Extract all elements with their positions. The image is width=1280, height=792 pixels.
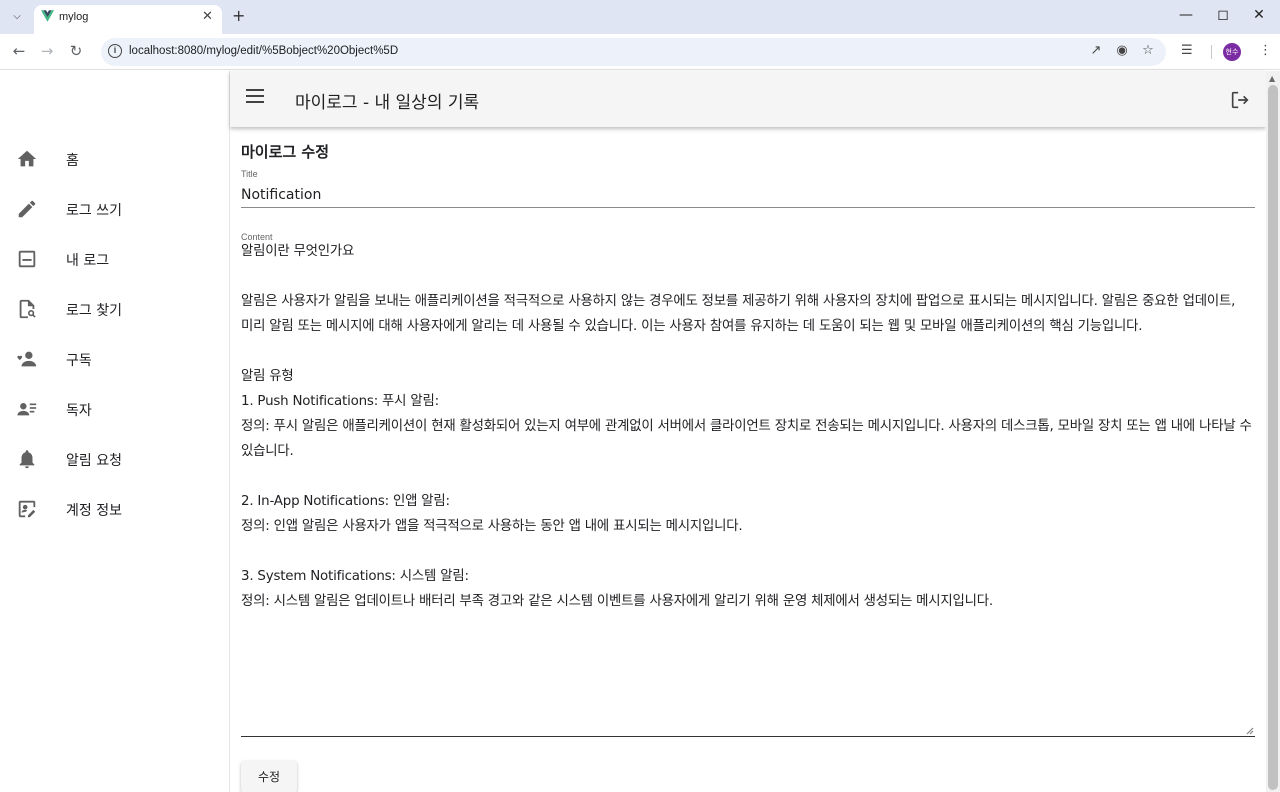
app-bar: 마이로그 - 내 일상의 기록 (230, 71, 1266, 127)
forward-arrow-icon[interactable]: → (38, 42, 56, 60)
pencil-icon (18, 200, 36, 218)
bell-icon (19, 450, 35, 469)
sidebar-item-my-log[interactable]: 내 로그 (0, 236, 230, 284)
sidebar-item-find-log[interactable]: 로그 찾기 (0, 286, 230, 334)
minimize-icon[interactable]: — (1176, 7, 1196, 23)
sidebar-item-readers[interactable]: 독자 (0, 386, 230, 434)
content-textarea[interactable]: 알림이란 무엇인가요 알림은 사용자가 알림을 보내는 애플리케이션을 적극적으… (241, 239, 1255, 737)
new-tab-icon[interactable]: + (232, 6, 245, 25)
profile-avatar[interactable]: 현수 (1223, 43, 1241, 61)
logout-icon[interactable] (1229, 89, 1251, 111)
subscribe-icon (17, 351, 37, 367)
toolbar-divider (1211, 45, 1212, 59)
sidebar-item-label: 계정 정보 (66, 503, 122, 519)
search-document-icon (19, 299, 36, 319)
page-title: 마이로그 수정 (241, 143, 330, 161)
note-icon (18, 250, 36, 268)
sidebar-item-label: 로그 찾기 (66, 303, 122, 319)
address-url[interactable]: localhost:8080/mylog/edit/%5Bobject%20Ob… (129, 45, 398, 57)
back-arrow-icon[interactable]: ← (10, 42, 28, 60)
account-edit-icon (18, 500, 36, 518)
address-bar[interactable]: i localhost:8080/mylog/edit/%5Bobject%20… (101, 38, 1166, 66)
tab-title: mylog (59, 11, 89, 23)
browser-toolbar: ← → ↻ i localhost:8080/mylog/edit/%5Bobj… (0, 34, 1280, 70)
browser-tab[interactable]: mylog ✕ (34, 5, 222, 34)
sidebar-item-label: 내 로그 (66, 253, 110, 269)
sidebar-item-label: 독자 (66, 403, 92, 419)
window-close-icon[interactable]: ✕ (1249, 7, 1269, 23)
more-menu-icon[interactable]: ⋮ (1259, 43, 1272, 58)
title-field-label: Title (241, 169, 258, 179)
title-input[interactable] (241, 182, 1255, 208)
browser-titlebar: ⌵ mylog ✕ + — ◻ ✕ (0, 0, 1280, 34)
submit-edit-button[interactable]: 수정 (241, 761, 297, 792)
open-in-app-icon[interactable]: ↗ (1088, 43, 1104, 58)
site-info-icon[interactable]: i (108, 44, 122, 58)
eye-icon[interactable]: ◉ (1114, 43, 1130, 58)
sidebar-item-label: 구독 (66, 353, 92, 369)
resize-handle-icon[interactable] (1246, 727, 1254, 735)
sidebar: 홈 로그 쓰기 내 로그 로그 찾기 구독 독자 알림 요청 계정 정보 (0, 71, 230, 792)
sidebar-item-home[interactable]: 홈 (0, 136, 230, 184)
maximize-icon[interactable]: ◻ (1213, 7, 1233, 23)
content-text[interactable]: 알림이란 무엇인가요 알림은 사용자가 알림을 보내는 애플리케이션을 적극적으… (241, 239, 1255, 614)
bookmark-star-icon[interactable]: ☆ (1140, 43, 1156, 58)
scroll-up-arrow-icon[interactable]: ▲ (1269, 74, 1275, 83)
page-scrollbar[interactable]: ▲ (1266, 71, 1280, 792)
tab-close-icon[interactable]: ✕ (202, 9, 213, 24)
sidebar-item-subscribe[interactable]: 구독 (0, 336, 230, 384)
readers-icon (17, 403, 37, 416)
app-title: 마이로그 - 내 일상의 기록 (295, 93, 480, 113)
tab-search-chevron-icon[interactable]: ⌵ (7, 6, 27, 26)
sidebar-item-write-log[interactable]: 로그 쓰기 (0, 186, 230, 234)
app-root: 홈 로그 쓰기 내 로그 로그 찾기 구독 독자 알림 요청 계정 정보 마이로… (0, 71, 1280, 792)
scrollbar-thumb[interactable] (1268, 85, 1278, 790)
sidebar-item-account-info[interactable]: 계정 정보 (0, 486, 230, 534)
sidebar-item-label: 알림 요청 (66, 453, 122, 469)
home-icon (17, 150, 37, 167)
vue-logo-icon (41, 10, 54, 22)
sidebar-item-label: 홈 (66, 153, 79, 169)
reload-icon[interactable]: ↻ (67, 42, 85, 60)
extensions-icon[interactable]: ☰ (1181, 43, 1193, 58)
sidebar-item-label: 로그 쓰기 (66, 203, 122, 219)
menu-icon[interactable] (246, 89, 264, 103)
sidebar-item-notification-request[interactable]: 알림 요청 (0, 436, 230, 484)
